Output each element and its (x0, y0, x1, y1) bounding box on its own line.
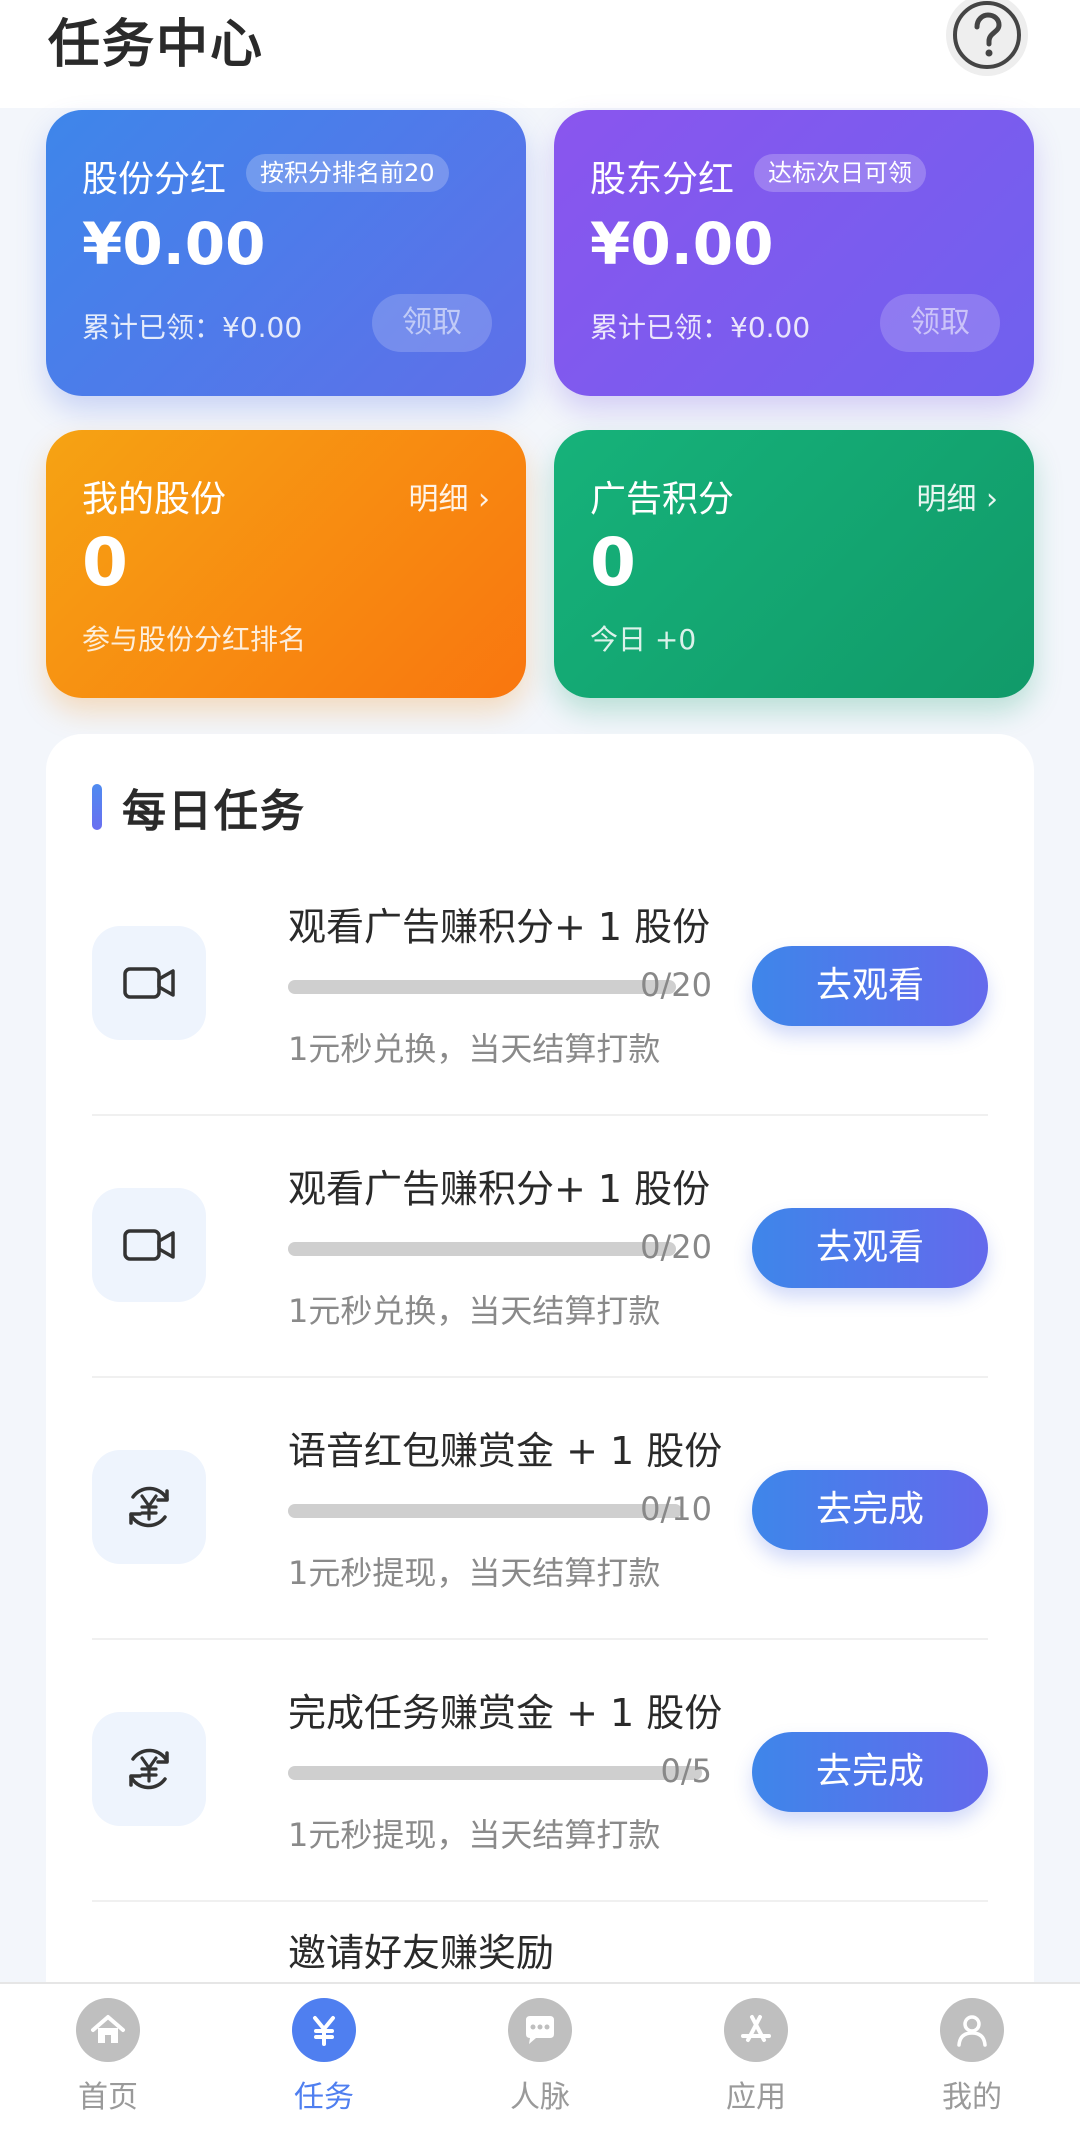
nav-icon-circle (724, 1998, 788, 2062)
yuan-icon (313, 2016, 335, 2046)
shareholder-total-claimed: 累计已领：¥0.00 (590, 311, 811, 344)
task-item: 语音红包赚赏金 + 1 股份 0/10 1元秒提现，当天结算打款 去完成 (92, 1378, 988, 1640)
question-circle-icon (953, 1, 1021, 69)
nav-label: 我的 (942, 2080, 1002, 2115)
task-progress-count: 0/5 (660, 1752, 713, 1790)
top-bar: 任务中心 (0, 0, 1080, 108)
dividend-amount: ¥0.00 (82, 210, 266, 278)
daily-tasks-header: 每日任务 (92, 780, 306, 837)
nav-icon-circle (940, 1998, 1004, 2062)
task-name: 观看广告赚积分+ 1 股份 (288, 1167, 711, 1211)
shareholder-claim-button[interactable]: 领取 (880, 294, 1000, 352)
daily-tasks-panel: 每日任务 观看广告赚积分+ 1 股份 0/20 1元秒兑换，当天结算打款 去观看… (46, 734, 1034, 2034)
help-button[interactable] (946, 0, 1028, 76)
nav-home[interactable]: 首页 (28, 1998, 188, 2118)
task-name: 语音红包赚赏金 + 1 股份 (288, 1429, 723, 1473)
dividend-card: 股份分红 按积分排名前20 ¥0.00 累计已领：¥0.00 领取 (46, 110, 526, 396)
user-icon (957, 2015, 987, 2047)
video-icon (123, 967, 175, 999)
task-item: 完成任务赚赏金 + 1 股份 0/5 1元秒提现，当天结算打款 去完成 (92, 1640, 988, 1902)
nav-label: 应用 (726, 2080, 786, 2115)
shareholder-amount: ¥0.00 (590, 210, 774, 278)
nav-label: 首页 (78, 2080, 138, 2115)
task-progress-count: 0/20 (640, 966, 712, 1004)
task-progress-bar (288, 1766, 702, 1780)
ad-points-card[interactable]: 广告积分 明细 › 0 今日 +0 (554, 430, 1034, 698)
task-item: 观看广告赚积分+ 1 股份 0/20 1元秒兑换，当天结算打款 去观看 (92, 1116, 988, 1378)
chat-icon (526, 2016, 554, 2044)
ad-points-value: 0 (590, 524, 636, 601)
shareholder-title: 股东分红 (590, 159, 735, 200)
dividend-badge: 按积分排名前20 (246, 154, 449, 192)
shareholder-card: 股东分红 达标次日可领 ¥0.00 累计已领：¥0.00 领取 (554, 110, 1034, 396)
my-shares-value: 0 (82, 524, 128, 601)
complete-task-button[interactable]: 去完成 (752, 1732, 988, 1812)
dividend-claim-button[interactable]: 领取 (372, 294, 492, 352)
nav-icon-circle (292, 1998, 356, 2062)
nav-label: 人脉 (510, 2080, 570, 2115)
task-name: 观看广告赚积分+ 1 股份 (288, 905, 711, 949)
page-title: 任务中心 (48, 15, 265, 75)
my-shares-detail-link[interactable]: 明细 › (408, 474, 490, 518)
daily-tasks-title: 每日任务 (122, 786, 306, 837)
task-name: 邀请好友赚奖励 (288, 1931, 555, 1975)
shareholder-badge: 达标次日可领 (754, 154, 926, 192)
ad-points-today: 今日 +0 (590, 623, 697, 656)
section-accent-bar (92, 784, 102, 830)
my-shares-subtitle: 参与股份分红排名 (82, 623, 307, 656)
bottom-nav: 首页 任务 人脉 应用 我的 (0, 1982, 1080, 2130)
task-description: 1元秒提现，当天结算打款 (288, 1554, 661, 1592)
yuan-cycle-icon (129, 1748, 169, 1790)
watch-ad-button[interactable]: 去观看 (752, 1208, 988, 1288)
nav-tasks[interactable]: 任务 (244, 1998, 404, 2118)
task-progress-bar (288, 1504, 682, 1518)
task-progress-bar (288, 980, 676, 994)
home-icon (91, 2015, 125, 2043)
nav-icon-circle (76, 1998, 140, 2062)
my-shares-title: 我的股份 (82, 479, 227, 520)
ad-points-title: 广告积分 (590, 479, 735, 520)
ad-points-detail-link[interactable]: 明细 › (916, 474, 998, 518)
dividend-total-claimed: 累计已领：¥0.00 (82, 311, 303, 344)
my-shares-card[interactable]: 我的股份 明细 › 0 参与股份分红排名 (46, 430, 526, 698)
task-icon-box (92, 1450, 206, 1564)
video-icon (123, 1229, 175, 1261)
nav-apps[interactable]: 应用 (676, 1998, 836, 2118)
task-description: 1元秒兑换，当天结算打款 (288, 1292, 661, 1330)
watch-ad-button[interactable]: 去观看 (752, 946, 988, 1026)
task-icon-box (92, 1712, 206, 1826)
nav-contacts[interactable]: 人脉 (460, 1998, 620, 2118)
task-description: 1元秒提现，当天结算打款 (288, 1816, 661, 1854)
task-item: 观看广告赚积分+ 1 股份 0/20 1元秒兑换，当天结算打款 去观看 (92, 854, 988, 1116)
nav-profile[interactable]: 我的 (892, 1998, 1052, 2118)
dividend-title: 股份分红 (82, 159, 227, 200)
task-icon-box (92, 1188, 206, 1302)
task-name: 完成任务赚赏金 + 1 股份 (288, 1691, 723, 1735)
nav-label: 任务 (294, 2080, 354, 2115)
complete-task-button[interactable]: 去完成 (752, 1470, 988, 1550)
task-icon-box (92, 926, 206, 1040)
task-progress-count: 0/20 (640, 1228, 712, 1266)
task-description: 1元秒兑换，当天结算打款 (288, 1030, 661, 1068)
yuan-cycle-icon (129, 1486, 169, 1528)
nav-icon-circle (508, 1998, 572, 2062)
task-progress-count: 0/10 (640, 1490, 712, 1528)
app-store-icon (741, 2015, 771, 2042)
task-progress-bar (288, 1242, 676, 1256)
